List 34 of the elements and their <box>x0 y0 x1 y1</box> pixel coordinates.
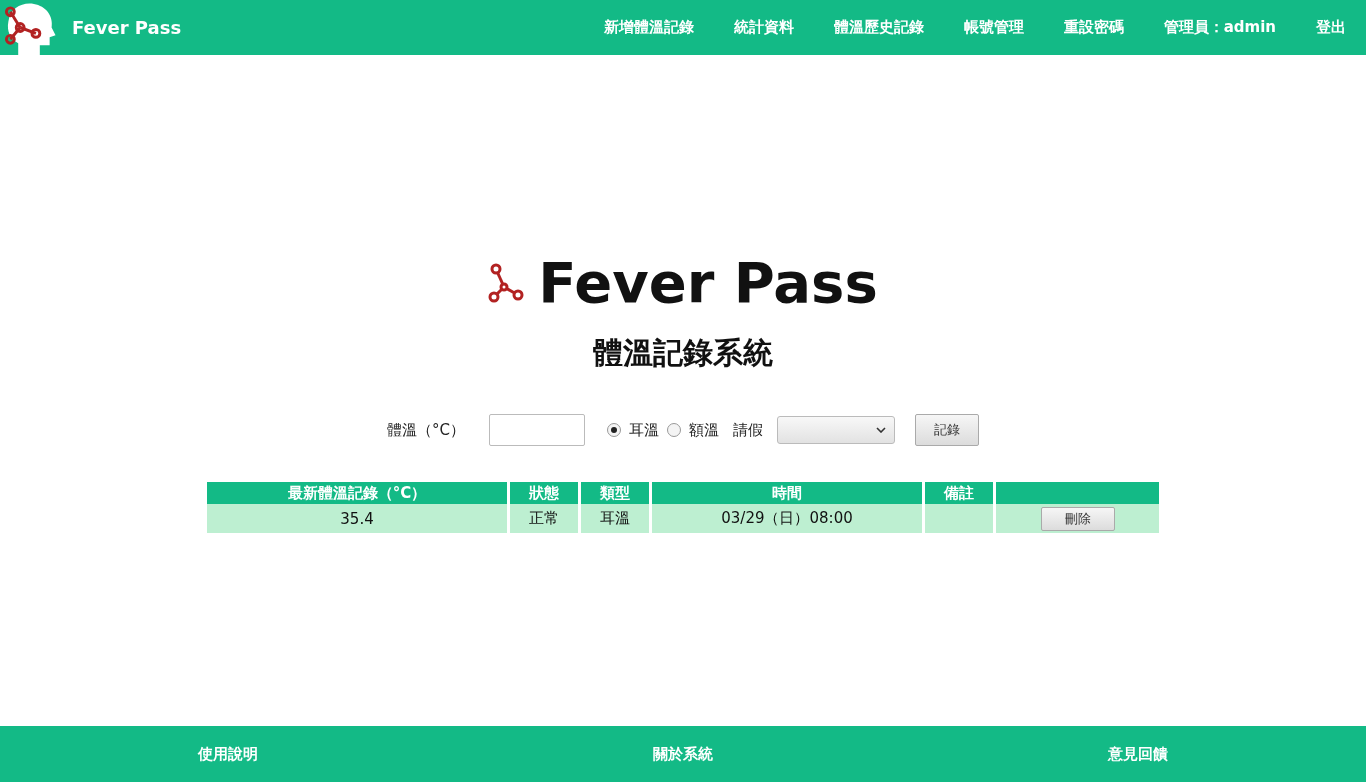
footer-link[interactable]: 意見回饋 <box>1108 744 1169 764</box>
brand-link[interactable]: Fever Pass <box>72 17 182 38</box>
column-header: 類型 <box>581 482 649 504</box>
footer-link[interactable]: 關於系統 <box>653 744 713 764</box>
table-cell: 耳溫 <box>581 504 649 533</box>
radio-button[interactable] <box>607 423 621 437</box>
nav-link[interactable]: 重設密碼 <box>1043 18 1144 37</box>
temperature-label: 體溫（°C） <box>387 420 465 440</box>
column-header: 最新體溫記錄（°C） <box>207 482 507 504</box>
record-button[interactable]: 記錄 <box>915 414 979 446</box>
column-header: 備註 <box>925 482 993 504</box>
leave-dropdown[interactable] <box>777 416 895 444</box>
nav-link[interactable]: 管理員：admin <box>1143 18 1296 37</box>
molecule-icon <box>488 262 525 303</box>
caret-icon <box>876 427 886 433</box>
table-cell: 35.4 <box>207 504 507 533</box>
nav-link[interactable]: 體溫歷史記錄 <box>813 18 944 37</box>
leave-label: 請假 <box>733 420 763 440</box>
delete-button[interactable]: 刪除 <box>1040 506 1115 531</box>
nav-link[interactable]: 新增體溫記錄 <box>583 18 714 37</box>
nav-link[interactable]: 帳號管理 <box>943 18 1044 37</box>
footer-link[interactable]: 使用說明 <box>197 744 258 764</box>
temperature-input[interactable] <box>489 414 585 446</box>
app-title: Fever Pass <box>538 250 878 315</box>
radio-button[interactable] <box>667 423 681 437</box>
nav-link[interactable]: 登出 <box>1296 18 1366 37</box>
table-cell: 03/29（日）08:00 <box>652 504 922 533</box>
nav-link[interactable]: 統計資料 <box>713 18 814 37</box>
app-subtitle: 體溫記錄系統 <box>593 334 773 372</box>
column-header: 狀態 <box>510 482 578 504</box>
radio-label: 額溫 <box>689 420 719 440</box>
column-header: 時間 <box>652 482 922 504</box>
table-cell: 正常 <box>510 504 578 533</box>
radio-label: 耳溫 <box>629 420 659 440</box>
